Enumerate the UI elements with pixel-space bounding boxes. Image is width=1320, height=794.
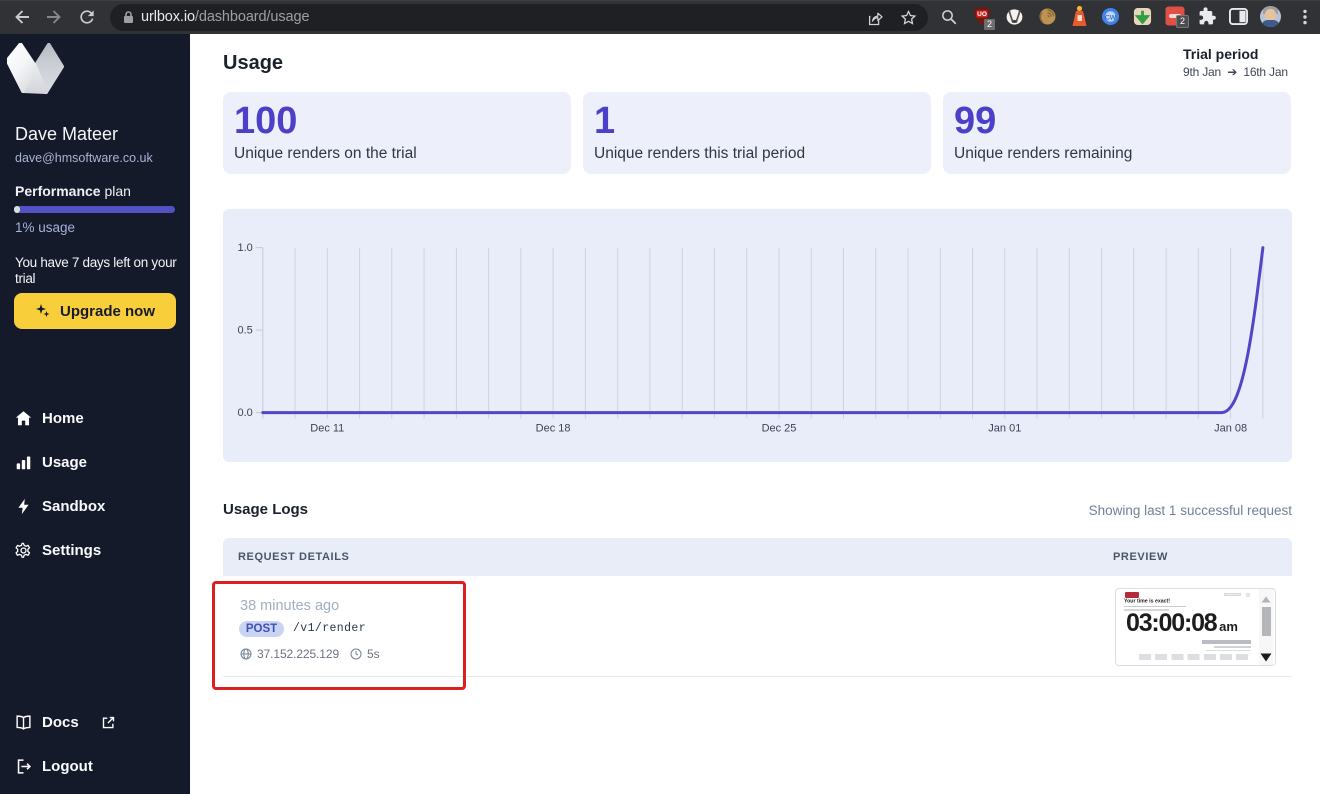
svg-text:1.0: 1.0 <box>238 242 253 254</box>
svg-text:Dec 25: Dec 25 <box>762 423 797 435</box>
svg-text:Dec 18: Dec 18 <box>536 423 571 435</box>
svg-text:CW: CW <box>1105 14 1117 21</box>
svg-text:Dec 11: Dec 11 <box>310 423 344 435</box>
svg-text:Jan 01: Jan 01 <box>988 423 1021 435</box>
svg-text:Jan 08: Jan 08 <box>1214 423 1247 435</box>
svg-text:0.0: 0.0 <box>238 407 253 419</box>
svg-text:0.5: 0.5 <box>238 325 253 337</box>
svg-text:UO: UO <box>977 11 987 18</box>
